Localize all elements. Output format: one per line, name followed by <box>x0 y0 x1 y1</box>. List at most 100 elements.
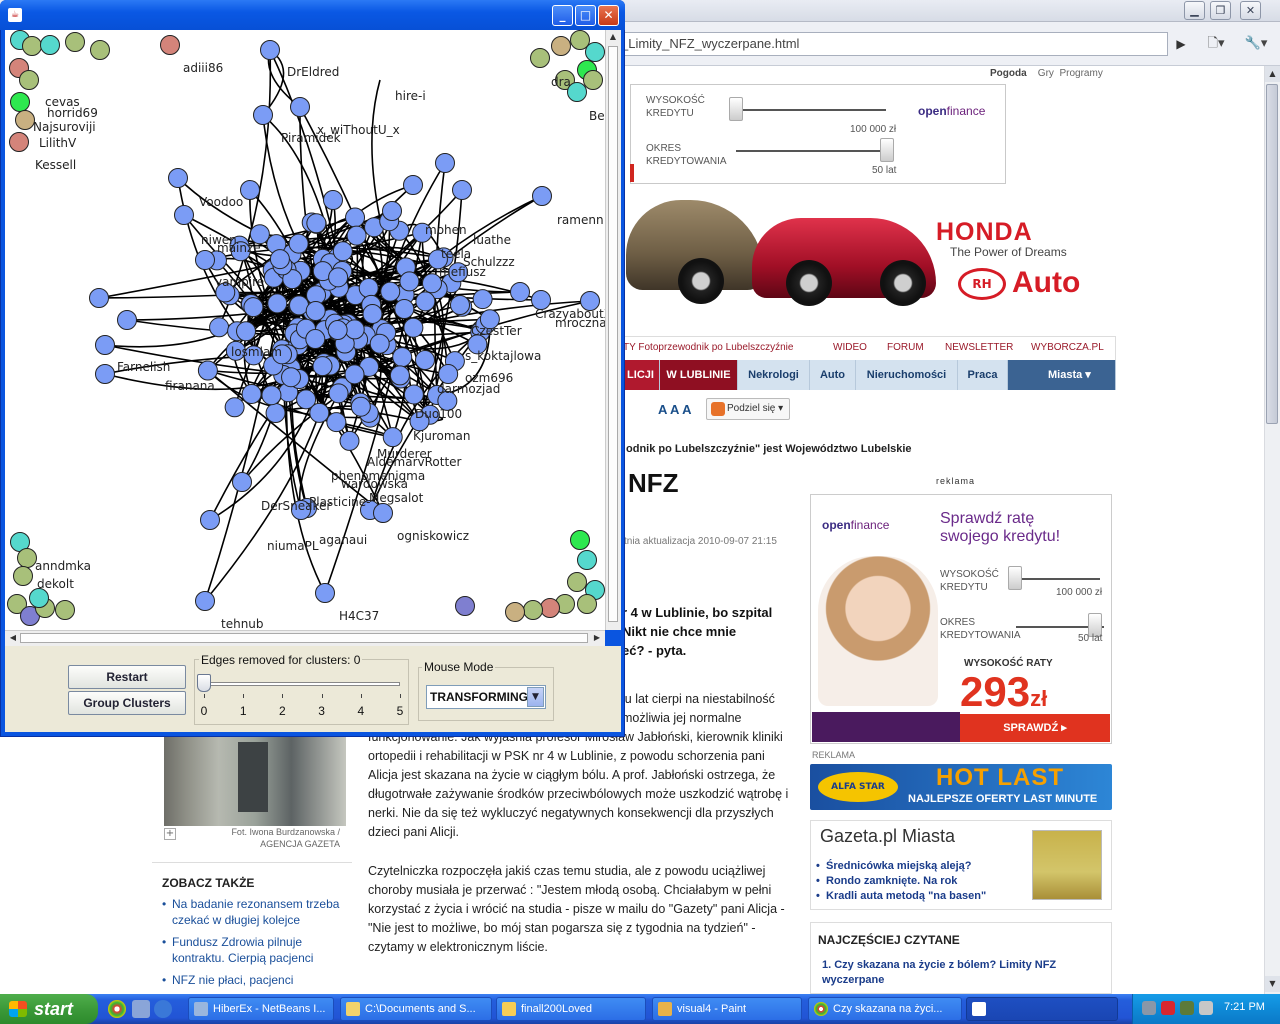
graph-node[interactable] <box>373 503 393 523</box>
scroll-up-icon[interactable]: ▲ <box>606 30 620 44</box>
graph-node[interactable] <box>195 250 215 270</box>
tab-auto[interactable]: Auto <box>810 360 856 390</box>
scroll-up-icon[interactable]: ▲ <box>1265 66 1280 82</box>
graph-node[interactable] <box>312 356 333 377</box>
minimize-button[interactable]: _ <box>552 5 573 26</box>
tray-icon[interactable] <box>1142 1001 1156 1015</box>
graph-node[interactable] <box>380 281 401 302</box>
ad-period-knob[interactable] <box>880 138 894 162</box>
edges-slider-knob[interactable] <box>197 674 211 692</box>
graph-node[interactable] <box>40 35 60 55</box>
graph-node[interactable] <box>289 295 310 316</box>
graph-node[interactable] <box>394 298 415 319</box>
browser-restore-button[interactable]: ❐ <box>1210 1 1231 20</box>
graph-node[interactable] <box>392 347 413 368</box>
graph-node[interactable] <box>350 396 371 417</box>
edges-slider-track[interactable] <box>204 682 400 686</box>
nav-link-wideo[interactable]: WIDEO <box>833 342 867 353</box>
nav-link-fotoprzewodnik[interactable]: TY Fotoprzewodnik po Lubelszczyźnie <box>623 342 793 353</box>
miasta-thumbnail[interactable] <box>1032 830 1102 900</box>
address-bar[interactable]: _Limity_NFZ_wyczerpane.html <box>610 32 1168 56</box>
graph-node[interactable] <box>339 430 360 451</box>
task-java-app[interactable] <box>966 997 1118 1021</box>
graph-node[interactable] <box>55 600 75 620</box>
graph-node[interactable] <box>95 335 115 355</box>
graph-node[interactable] <box>344 364 365 385</box>
graph-node[interactable] <box>174 205 194 225</box>
graph-node[interactable] <box>309 402 330 423</box>
chrome-icon[interactable] <box>108 1000 126 1018</box>
graph-node[interactable] <box>551 36 571 56</box>
graph-node[interactable] <box>200 510 220 530</box>
browser-close-button[interactable]: ✕ <box>1240 1 1261 20</box>
see-also-link[interactable]: NFZ nie płaci, pacjenci <box>162 972 348 988</box>
page-menu-icon[interactable]: 🗋▾ <box>1204 34 1228 54</box>
see-also-link[interactable]: Fundusz Zdrowia pilnuje kontraktu. Cierp… <box>162 934 348 966</box>
graph-node[interactable] <box>328 383 349 404</box>
graph-node[interactable] <box>327 320 348 341</box>
graph-node[interactable] <box>415 350 435 370</box>
graph-node[interactable] <box>195 591 215 611</box>
graph-node[interactable] <box>265 403 286 424</box>
graph-node[interactable] <box>530 48 550 68</box>
graph-node[interactable] <box>403 384 424 405</box>
tab-praca[interactable]: Praca <box>958 360 1008 390</box>
gazeta-miasta-logo[interactable]: Gazeta.pl Miasta <box>820 826 955 847</box>
graph-node[interactable] <box>332 241 353 262</box>
graph-node[interactable] <box>585 42 605 62</box>
graph-node[interactable] <box>267 293 288 314</box>
task-paint[interactable]: visual4 - Paint <box>652 997 802 1021</box>
restart-button[interactable]: Restart <box>68 665 186 689</box>
graph-node[interactable] <box>505 602 525 622</box>
java-titlebar[interactable] <box>0 0 625 30</box>
go-icon[interactable]: ▶ <box>1170 34 1192 54</box>
graph-node[interactable] <box>532 186 552 206</box>
graph-node[interactable] <box>583 70 603 90</box>
see-also-link[interactable]: Na badanie rezonansem trzeba czekać w dł… <box>162 896 348 928</box>
graph-node[interactable] <box>90 40 110 60</box>
wrench-icon[interactable]: 🔧▾ <box>1242 34 1270 54</box>
graph-node[interactable] <box>358 278 379 299</box>
tab-nekrologi[interactable]: Nekrologi <box>738 360 810 390</box>
graph-node[interactable] <box>260 40 280 60</box>
graph-node[interactable] <box>344 319 365 340</box>
graph-node[interactable] <box>17 548 37 568</box>
graph-node[interactable] <box>117 310 137 330</box>
graph-node[interactable] <box>306 213 327 234</box>
scroll-thumb[interactable] <box>1266 84 1278 424</box>
graph-node[interactable] <box>160 35 180 55</box>
graph-node[interactable] <box>305 329 326 350</box>
graph-node[interactable] <box>577 550 597 570</box>
network-graph[interactable]: adiii86 DrEldredhire-ix_wiThoutU_xPiramid… <box>5 30 605 630</box>
graph-node[interactable] <box>315 583 335 603</box>
graph-node[interactable] <box>232 472 252 492</box>
graph-node[interactable] <box>243 297 264 318</box>
graph-node[interactable] <box>253 105 273 125</box>
graph-node[interactable] <box>382 201 402 221</box>
graph-node[interactable] <box>22 36 42 56</box>
graph-node[interactable] <box>577 594 597 614</box>
browser-minimize-button[interactable]: ▁ <box>1184 1 1205 20</box>
graph-node[interactable] <box>399 271 420 292</box>
graph-node[interactable] <box>13 566 33 586</box>
graph-node[interactable] <box>369 333 390 354</box>
graph-node[interactable] <box>346 225 367 246</box>
nav-link-wyborcza[interactable]: WYBORCZA.PL <box>1031 342 1104 353</box>
miasta-link[interactable]: Średnicówka miejską aleją? <box>816 860 971 872</box>
graph-node[interactable] <box>168 168 188 188</box>
graph-node[interactable] <box>89 288 109 308</box>
graph-node[interactable] <box>570 530 590 550</box>
task-explorer[interactable]: C:\Documents and S... <box>340 997 492 1021</box>
graph-node[interactable] <box>389 365 410 386</box>
graph-node[interactable] <box>328 267 349 288</box>
graph-node[interactable] <box>450 295 470 315</box>
enlarge-icon[interactable]: + <box>164 828 176 840</box>
share-button[interactable]: Podziel się ▾ <box>706 398 790 420</box>
graph-node[interactable] <box>452 180 472 200</box>
link-programy[interactable]: Programy <box>1059 68 1102 79</box>
task-chrome[interactable]: Czy skazana na życi... <box>808 997 962 1021</box>
graph-horizontal-thumb[interactable] <box>20 633 588 643</box>
graph-canvas[interactable]: adiii86 DrEldred hire-i x_wiThoutU_x Piramid… <box>5 30 605 630</box>
speaker-icon[interactable] <box>1199 1001 1213 1015</box>
graph-node[interactable] <box>19 70 39 90</box>
